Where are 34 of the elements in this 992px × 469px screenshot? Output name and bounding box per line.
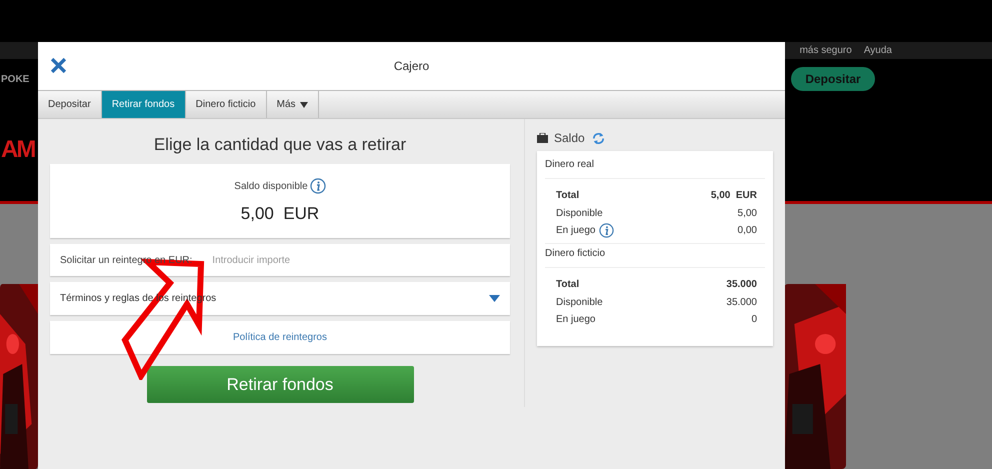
nav-link[interactable]: más seguro <box>800 45 852 56</box>
info-icon[interactable] <box>310 178 326 194</box>
row-value: 0 <box>751 314 757 325</box>
info-icon[interactable] <box>599 223 614 238</box>
section-title: Dinero real <box>545 155 765 179</box>
refresh-icon[interactable] <box>590 132 606 144</box>
row-value: 35.000 <box>726 278 757 290</box>
row-label: Disponible <box>556 297 603 308</box>
row-value: 35.000 <box>726 297 757 308</box>
tab[interactable]: Más <box>266 91 319 118</box>
row-value: 5,00 <box>738 208 757 219</box>
nav-link[interactable]: Ayuda <box>864 45 892 56</box>
row-label: Total <box>556 190 580 200</box>
row-label: En juego <box>556 225 596 236</box>
row-label: Disponible <box>556 208 603 219</box>
close-icon[interactable] <box>50 57 67 74</box>
tab[interactable]: Retirar fondos <box>102 91 186 118</box>
balance-amount: 5,00 EUR <box>240 204 320 224</box>
tab[interactable]: Dinero ficticio <box>186 91 267 118</box>
site-logo: POKE <box>1 74 30 85</box>
caret-icon <box>489 295 500 302</box>
row-label: Total <box>556 278 580 290</box>
balance-label: Saldo disponible <box>234 180 308 192</box>
window-title: Cajero <box>392 59 430 73</box>
row-label: En juego <box>556 314 596 325</box>
wallet-icon <box>537 133 548 143</box>
banner-text: AM <box>1 136 34 164</box>
section-heading: Elige la cantidad que vas a retirar <box>152 135 408 155</box>
withdraw-button[interactable]: Retirar fondos <box>146 366 414 403</box>
policy-link[interactable]: Política de reintegros <box>233 332 327 343</box>
row-value: 5,00 EUR <box>710 190 757 200</box>
balance-title: Saldo <box>554 131 585 145</box>
row-value: 0,00 <box>738 225 757 236</box>
section-title: Dinero ficticio <box>545 244 765 268</box>
